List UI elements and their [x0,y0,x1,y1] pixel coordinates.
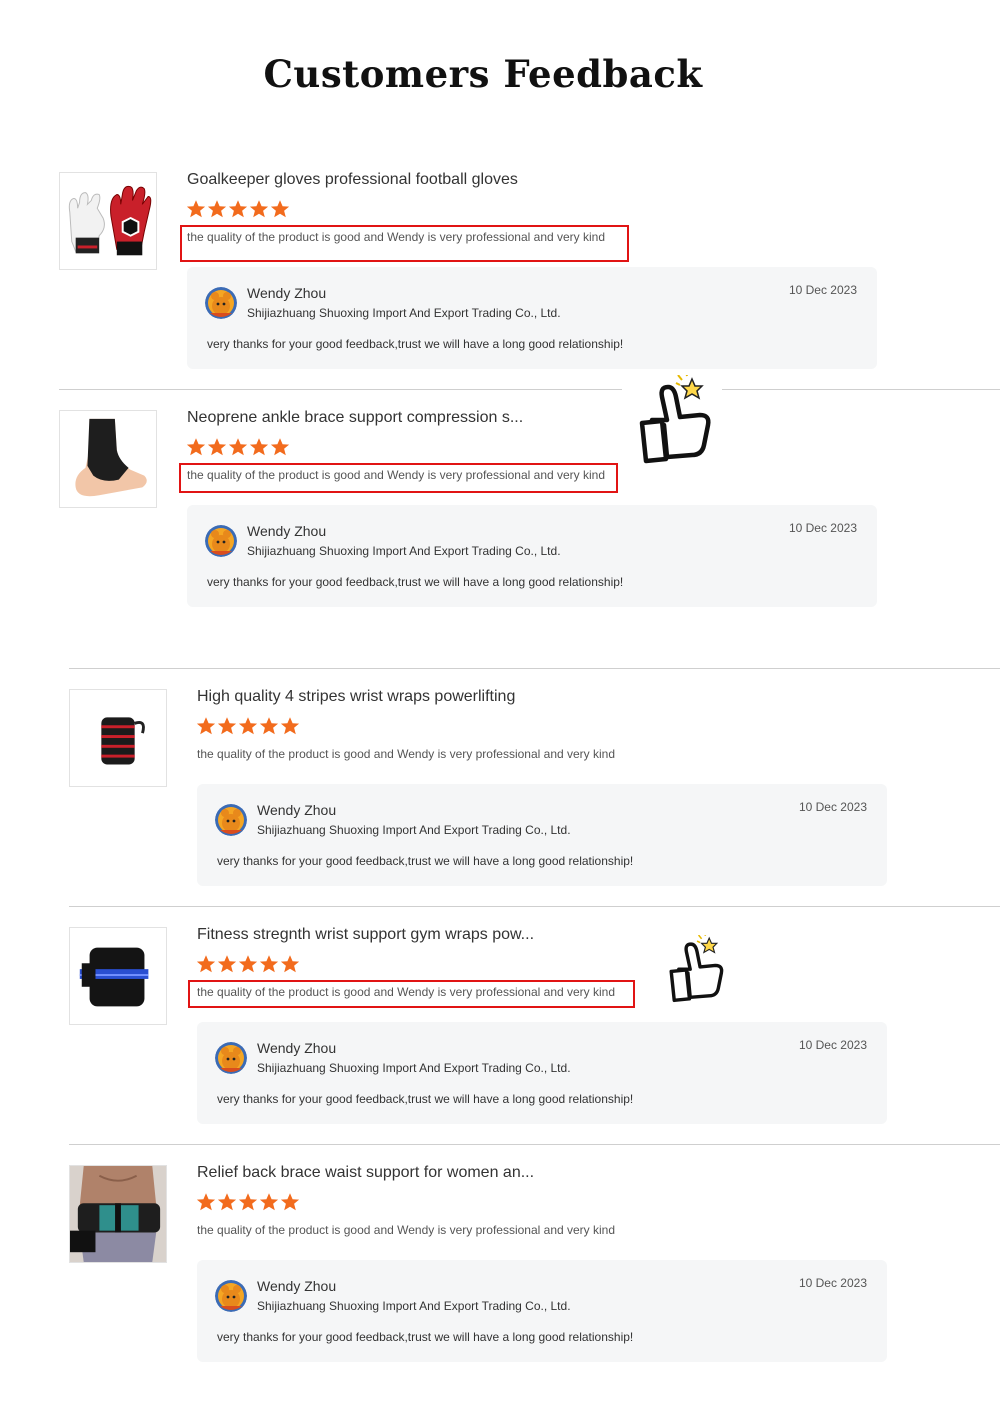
thumbs-up-icon [622,370,722,480]
page-title: Customers Feedback [263,52,703,96]
rating-stars [196,1192,300,1212]
seller-reply: Wendy Zhou Shijiazhuang Shuoxing Import … [197,1022,887,1124]
star-icon [228,199,248,219]
seller-name: Wendy Zhou [257,1040,337,1056]
reply-date: 10 Dec 2023 [798,1038,867,1052]
star-icon [249,199,269,219]
star-icon [238,954,258,974]
star-icon [238,716,258,736]
star-icon [238,1192,258,1212]
reply-date: 10 Dec 2023 [788,283,857,297]
star-icon [259,716,279,736]
review-text: the quality of the product is good and W… [197,747,616,761]
thumbs-up-icon [656,934,732,1012]
seller-reply: Wendy Zhou Shijiazhuang Shuoxing Import … [187,267,877,369]
divider [69,906,1000,907]
reply-text: very thanks for your good feedback,trust… [217,854,634,868]
star-icon [186,199,206,219]
star-icon [207,437,227,457]
star-icon [228,437,248,457]
star-icon [196,716,216,736]
review-item: High quality 4 stripes wrist wraps power… [69,688,1000,919]
product-title[interactable]: Goalkeeper gloves professional football … [187,171,518,189]
star-icon [280,716,300,736]
rating-stars [196,716,300,736]
seller-name: Wendy Zhou [257,802,337,818]
reply-date: 10 Dec 2023 [798,1276,867,1290]
seller-name: Wendy Zhou [257,1278,337,1294]
seller-company: Shijiazhuang Shuoxing Import And Export … [247,306,561,320]
reply-text: very thanks for your good feedback,trust… [217,1330,634,1344]
product-image-goalkeeper-gloves[interactable] [59,172,157,270]
divider [69,1144,1000,1145]
product-image-wrist-support[interactable] [69,927,167,1025]
product-title[interactable]: Fitness stregnth wrist support gym wraps… [197,926,534,944]
star-icon [217,1192,237,1212]
avatar-icon [215,1280,247,1312]
seller-company: Shijiazhuang Shuoxing Import And Export … [257,823,571,837]
rating-stars [186,437,290,457]
reply-text: very thanks for your good feedback,trust… [207,337,624,351]
star-icon [196,1192,216,1212]
reply-date: 10 Dec 2023 [798,800,867,814]
avatar-icon [215,804,247,836]
review-item: Goalkeeper gloves professional football … [59,171,999,402]
seller-name: Wendy Zhou [247,523,327,539]
product-title[interactable]: Relief back brace waist support for wome… [197,1164,534,1182]
avatar-icon [205,525,237,557]
review-text: the quality of the product is good and W… [197,1223,616,1237]
star-icon [270,437,290,457]
seller-company: Shijiazhuang Shuoxing Import And Export … [257,1299,571,1313]
star-icon [259,1192,279,1212]
star-icon [217,716,237,736]
seller-reply: Wendy Zhou Shijiazhuang Shuoxing Import … [197,784,887,886]
seller-company: Shijiazhuang Shuoxing Import And Export … [247,544,561,558]
star-icon [217,954,237,974]
highlight-box [179,463,618,493]
divider [69,668,1000,669]
product-image-back-brace[interactable] [69,1165,167,1263]
star-icon [196,954,216,974]
star-icon [249,437,269,457]
reply-text: very thanks for your good feedback,trust… [207,575,624,589]
highlight-box [188,980,635,1008]
product-title[interactable]: Neoprene ankle brace support compression… [187,409,523,427]
reply-text: very thanks for your good feedback,trust… [217,1092,634,1106]
product-image-ankle-brace[interactable] [59,410,157,508]
product-image-wrist-wraps[interactable] [69,689,167,787]
review-item: Neoprene ankle brace support compression… [59,409,999,640]
star-icon [186,437,206,457]
seller-company: Shijiazhuang Shuoxing Import And Export … [257,1061,571,1075]
product-title[interactable]: High quality 4 stripes wrist wraps power… [197,688,515,706]
highlight-box [180,225,629,262]
seller-reply: Wendy Zhou Shijiazhuang Shuoxing Import … [197,1260,887,1362]
reply-date: 10 Dec 2023 [788,521,857,535]
review-item: Relief back brace waist support for wome… [69,1164,1000,1395]
avatar-icon [215,1042,247,1074]
star-icon [280,1192,300,1212]
star-icon [280,954,300,974]
seller-name: Wendy Zhou [247,285,327,301]
seller-reply: Wendy Zhou Shijiazhuang Shuoxing Import … [187,505,877,607]
divider [59,389,1000,390]
rating-stars [196,954,300,974]
star-icon [207,199,227,219]
avatar-icon [205,287,237,319]
star-icon [259,954,279,974]
rating-stars [186,199,290,219]
review-item: Fitness stregnth wrist support gym wraps… [69,926,1000,1157]
star-icon [270,199,290,219]
